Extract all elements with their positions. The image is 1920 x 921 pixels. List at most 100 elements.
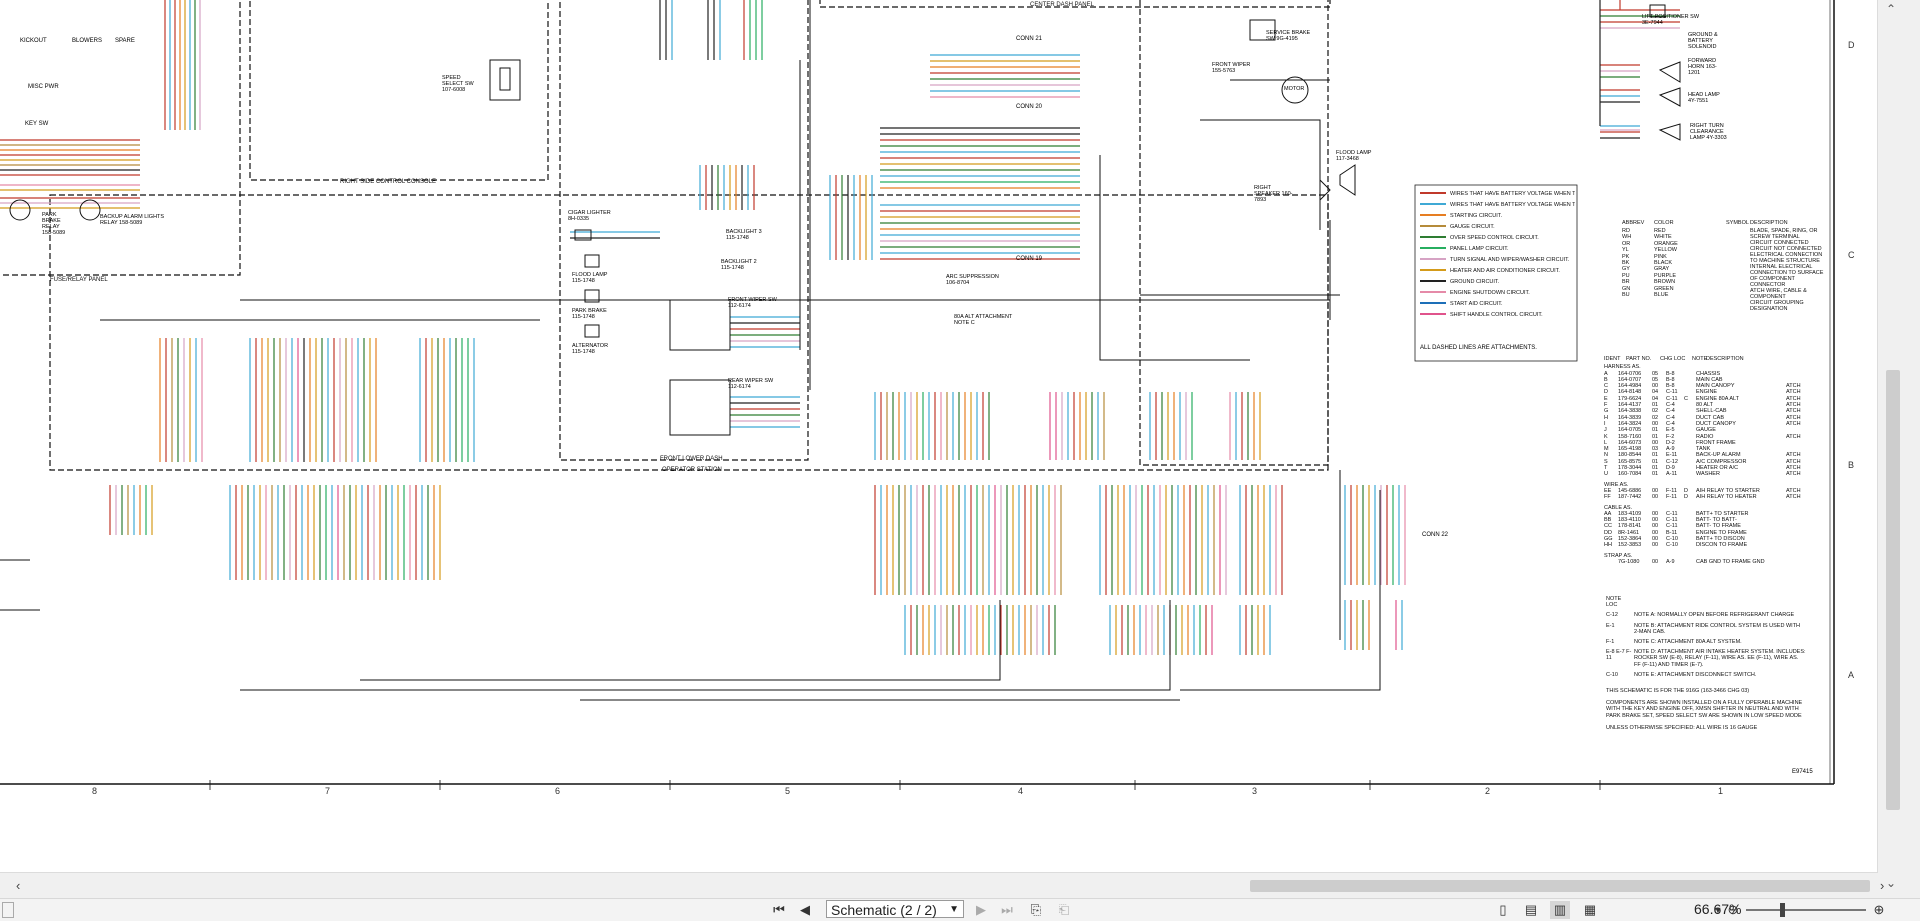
page-select-dropdown[interactable]: Schematic (2 / 2) ▼ <box>826 900 964 918</box>
abbrev-color: BROWN <box>1654 279 1676 286</box>
bundle-operator-left <box>159 338 475 462</box>
column-number: 2 <box>1485 786 1491 796</box>
cable-row-cell: 152-3853 <box>1618 542 1642 549</box>
vertical-scroll-thumb[interactable] <box>1886 370 1900 810</box>
forward-horn-label: FORWARD HORN 163-1201 <box>1688 58 1717 76</box>
panel-toggle-icon[interactable] <box>2 902 14 918</box>
abbrev-color: PURPLE <box>1654 272 1677 279</box>
legend-label: START AID CIRCUIT. <box>1450 301 1503 307</box>
abbrev-table: ABBREV COLOR RD RED WH WHITE OR ORANGE YL YELLOW… <box>1622 220 1678 298</box>
park-brake-label: PARK BRAKE 115-1748 <box>572 308 607 320</box>
harness-table: IDENT PART NO. CHG LOC NOTEDESCRIPTION HARNE… <box>1604 356 1830 565</box>
conn21-label: CONN 21 <box>1016 36 1043 42</box>
scroll-right-icon[interactable]: › <box>1880 878 1884 893</box>
horizontal-scroll-thumb[interactable] <box>1250 880 1870 892</box>
note-text: NOTE B: ATTACHMENT RIDE CONTROL SYSTEM I… <box>1634 622 1801 635</box>
park-brake-relay-label: PARK BRAKE RELAY 158-5089 <box>42 212 66 236</box>
continuous-view-icon[interactable]: ▤ <box>1522 901 1540 919</box>
vertical-scrollbar[interactable]: ⌃ ⌄ <box>1877 0 1920 898</box>
misc-pwr-label: MISC PWR <box>28 84 59 90</box>
legend-label: ENGINE SHUTDOWN CIRCUIT. <box>1450 290 1530 296</box>
front-wiper-sw-label: FRONT WIPER SW 112-6174 <box>728 297 777 309</box>
zoom-slider[interactable] <box>1746 903 1866 917</box>
harness-row-cell: U <box>1604 471 1608 478</box>
cable-row-cell: DISCON TO FRAME <box>1696 542 1748 549</box>
legend-label: GAUGE CIRCUIT. <box>1450 224 1495 230</box>
wire-row-cell: ATCH <box>1786 494 1801 501</box>
zoom-slider-knob[interactable] <box>1780 903 1785 917</box>
note-row: C-10 NOTE E: ATTACHMENT DISCONNECT SWITCH… <box>1606 672 1806 678</box>
legend-note: ALL DASHED LINES ARE ATTACHMENTS. <box>1420 345 1537 351</box>
front-lower-dash-outline <box>559 0 809 461</box>
row-letter: B <box>1848 460 1855 470</box>
footer-note: THIS SCHEMATIC IS FOR THE 916G (163-3466… <box>1606 688 1750 695</box>
scroll-up-icon[interactable]: ⌃ <box>1886 2 1896 16</box>
backup-alarm-relay-label: BACKUP ALARM LIGHTS RELAY 158-5089 <box>100 214 165 226</box>
scroll-down-icon[interactable]: ⌄ <box>1886 876 1896 890</box>
wire-row-cell: AIH RELAY TO HEATER <box>1696 494 1757 501</box>
service-brake-label: SERVICE BRAKE SW 9G-4195 <box>1266 30 1311 42</box>
wire-row-cell: 187-7442 <box>1618 494 1642 501</box>
footer-note: COMPONENTS ARE SHOWN INSTALLED ON A FULL… <box>1606 700 1803 719</box>
note-loc: C-12 <box>1606 612 1618 619</box>
legend-label: GROUND CIRCUIT. <box>1450 279 1500 285</box>
harness-header-cell: DESCRIPTION <box>1706 356 1744 362</box>
zoom-dropdown-icon[interactable]: ▼ <box>1712 901 1724 919</box>
symbol-description: CIRCUIT GROUPING DESIGNATION <box>1750 300 1804 312</box>
harness-header-cell: PART NO. <box>1626 356 1652 362</box>
legend-label: WIRES THAT HAVE BATTERY VOLTAGE WHEN THE… <box>1450 191 1575 197</box>
legend-label: HEATER AND AIR CONDITIONER CIRCUIT. <box>1450 268 1560 274</box>
harness-row-cell: A-11 <box>1666 471 1678 478</box>
rear-wiper-switch <box>669 379 731 436</box>
blowers-label: BLOWERS <box>72 38 103 44</box>
horizontal-scrollbar[interactable]: ‹ › <box>0 872 1884 899</box>
first-page-icon[interactable]: ⏮ <box>770 901 788 919</box>
harness-header-cell: IDENT <box>1604 356 1621 362</box>
notes-block: NOTE LOC C-12 NOTE A: NORMALLY OPEN BEFOR… <box>1606 596 1806 737</box>
note-text: NOTE D: ATTACHMENT AIR INTAKE HEATER SYS… <box>1634 649 1806 668</box>
zoom-in-icon[interactable]: ⊕ <box>1870 901 1888 919</box>
center-dash-label: CENTER DASH PANEL <box>1030 2 1094 8</box>
note-row: C-12 NOTE A: NORMALLY OPEN BEFORE REFRIGE… <box>1606 612 1806 618</box>
cable-row-cell: C-10 <box>1666 542 1678 549</box>
rear-wiper-sw-label: REAR WIPER SW 112-6174 <box>728 378 774 390</box>
operator-station-outline <box>49 194 1329 471</box>
abbrev-color: GREEN <box>1654 285 1674 292</box>
scroll-left-icon[interactable]: ‹ <box>16 878 20 893</box>
symbol-description: BLADE, SPADE, RING, OR SCREW TERMINAL <box>1750 228 1818 240</box>
symbol-header-1: SYMBOL <box>1726 220 1749 226</box>
legend-label: STARTING CIRCUIT. <box>1450 213 1503 219</box>
fit-page-icon[interactable]: ⎘ <box>1026 901 1046 919</box>
next-page-icon[interactable]: ▶ <box>972 901 990 919</box>
zoom-out-icon[interactable]: ⊖ <box>1724 901 1742 919</box>
two-page-view-icon[interactable]: ▥ <box>1550 901 1570 919</box>
operator-station-label: OPERATOR STATION <box>662 467 722 473</box>
abbrev-color: RED <box>1654 228 1666 234</box>
strap-row: 7G-1080 00 A-9 CAB GND TO FRAME GND <box>1604 559 1830 565</box>
note-row: E-8 E-7 F-11 NOTE D: ATTACHMENT AIR INTAK… <box>1606 649 1806 668</box>
cable-row-cell: HH <box>1604 542 1612 549</box>
symbol-table: SYMBOLDESCRIPTION BLADE, SPADE, RING, OR… <box>1726 220 1826 312</box>
two-page-continuous-icon[interactable]: ▦ <box>1580 901 1600 919</box>
note-text: NOTE C: ATTACHMENT 80A ALT SYSTEM. <box>1634 639 1742 646</box>
spare-label: SPARE <box>115 38 135 44</box>
previous-page-icon[interactable]: ◀ <box>796 901 814 919</box>
conn19-label: CONN 19 <box>1016 256 1043 262</box>
symbol-description: ELECTRICAL CONNECTION TO MACHINE STRUCTU… <box>1750 252 1823 264</box>
note-row: E-1 NOTE B: ATTACHMENT RIDE CONTROL SYSTE… <box>1606 623 1806 635</box>
single-page-view-icon[interactable]: ▯ <box>1494 901 1512 919</box>
ground-battery-solenoid-label: GROUND & BATTERY SOLENOID <box>1688 32 1718 50</box>
abbrev-code: BU <box>1622 292 1630 299</box>
note-loc: F-1 <box>1606 639 1615 646</box>
note-text: NOTE E: ATTACHMENT DISCONNECT SWITCH. <box>1634 671 1757 678</box>
chevron-down-icon: ▼ <box>949 904 959 915</box>
column-number: 7 <box>325 786 331 796</box>
lift-positioner-label: LIFT POSITIONER SW 3E-7944 <box>1642 14 1700 26</box>
front-wiper-switch <box>669 299 731 351</box>
harness-row-cell: ATCH <box>1786 433 1801 440</box>
harness-header-cell: CHG <box>1660 356 1673 362</box>
fit-width-icon[interactable]: ⎗ <box>1054 901 1074 919</box>
backlight3-label: BACKLIGHT 3 115-1748 <box>726 229 762 241</box>
symbol-description: ATCH WIRE, CABLE & COMPONENT <box>1750 288 1807 300</box>
last-page-icon[interactable]: ⏭ <box>998 901 1016 919</box>
